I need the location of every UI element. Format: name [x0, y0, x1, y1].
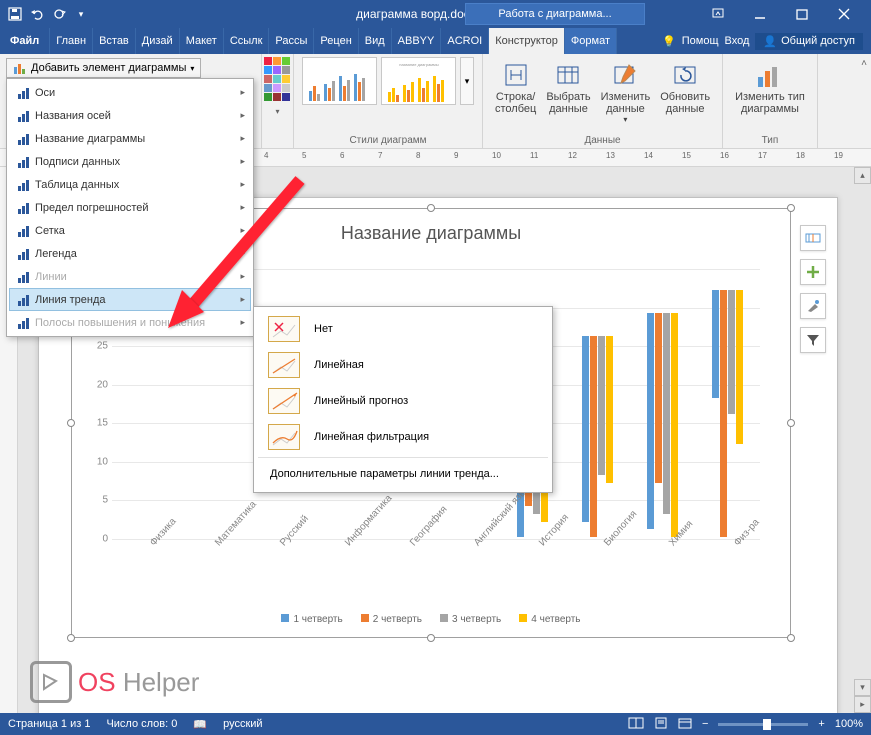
web-layout-icon[interactable] [678, 717, 692, 732]
ribbon-group-colors: ▾ [262, 54, 294, 148]
edit-data-button[interactable]: Изменить данные▾ [597, 57, 655, 126]
print-layout-icon[interactable] [654, 717, 668, 732]
login-link[interactable]: Вход [725, 35, 750, 47]
spellcheck-icon[interactable]: 📖 [193, 718, 207, 731]
close-button[interactable] [823, 0, 865, 28]
refresh-data-button[interactable]: Обновить данные [656, 57, 714, 126]
redo-icon[interactable] [50, 5, 68, 23]
chart-styles-more[interactable]: ▾ [460, 57, 474, 105]
collapse-ribbon-icon[interactable]: ˄ [861, 58, 867, 69]
menu-item-3[interactable]: Подписи данных▸ [9, 150, 251, 173]
person-icon: 👤 [763, 35, 777, 48]
menu-item-9[interactable]: Линия тренда▸ [9, 288, 251, 311]
change-chart-type-button[interactable]: Изменить тип диаграммы [731, 57, 809, 117]
tab-chart-format[interactable]: Формат [565, 28, 617, 54]
tab-mailings[interactable]: Рассы [269, 28, 314, 54]
tab-references[interactable]: Ссылк [224, 28, 270, 54]
chart-styles-icon[interactable] [800, 293, 826, 319]
chart-legend[interactable]: 1 четверть2 четверть3 четверть4 четверть [72, 614, 790, 625]
group-label-styles: Стили диаграмм [349, 135, 426, 148]
zoom-level[interactable]: 100% [835, 718, 863, 730]
maximize-button[interactable] [781, 0, 823, 28]
quick-access-toolbar: ▾ [6, 5, 90, 23]
menu-item-7[interactable]: Легенда▸ [9, 242, 251, 265]
menu-item-4[interactable]: Таблица данных▸ [9, 173, 251, 196]
trendline-none[interactable]: Нет [258, 311, 548, 347]
minimize-button[interactable] [739, 0, 781, 28]
contextual-tab-title: Работа с диаграмма... [465, 3, 645, 25]
ribbon-collapse-icon[interactable] [697, 0, 739, 28]
trendline-linear[interactable]: Линейная [258, 347, 548, 383]
scroll-down[interactable]: ▾ [854, 679, 871, 696]
statusbar: Страница 1 из 1 Число слов: 0 📖 русский … [0, 713, 871, 735]
chart-layout-icon[interactable] [800, 225, 826, 251]
save-icon[interactable] [6, 5, 24, 23]
group-label-type: Тип [762, 135, 779, 148]
change-colors-button[interactable] [264, 57, 292, 105]
trendline-submenu: Нет Линейная Линейный прогноз Линейная ф… [253, 306, 553, 493]
qat-more-icon[interactable]: ▾ [72, 5, 90, 23]
trendline-more-options[interactable]: Дополнительные параметры линии тренда... [258, 460, 548, 488]
trendline-forecast[interactable]: Линейный прогноз [258, 383, 548, 419]
chart-elements-icon[interactable] [800, 259, 826, 285]
chart-style-1[interactable] [302, 57, 377, 105]
word-count[interactable]: Число слов: 0 [106, 718, 177, 730]
read-mode-icon[interactable] [628, 717, 644, 732]
tab-layout[interactable]: Макет [180, 28, 224, 54]
ribbon-tabs: Файл Главн Встав Дизай Макет Ссылк Рассы… [0, 28, 871, 54]
chart-filter-icon[interactable] [800, 327, 826, 353]
chart-style-2[interactable]: название диаграммы [381, 57, 456, 105]
submenu-label: Линейная [314, 359, 364, 371]
add-chart-element-button[interactable]: Добавить элемент диаграммы ▾ [6, 58, 201, 78]
tab-view[interactable]: Вид [359, 28, 392, 54]
language-indicator[interactable]: русский [223, 718, 262, 730]
group-label-data: Данные [584, 135, 620, 148]
ribbon-group-data: Строка/ столбец Выбрать данные Изменить … [483, 54, 723, 148]
tab-chart-design[interactable]: Конструктор [489, 28, 565, 54]
menu-item-1[interactable]: Названия осей▸ [9, 104, 251, 127]
submenu-label: Линейная фильтрация [314, 431, 429, 443]
add-chart-element-label: Добавить элемент диаграммы [31, 62, 186, 74]
menu-item-10: Полосы повышения и понижения▸ [9, 311, 251, 334]
zoom-slider[interactable] [718, 723, 808, 726]
titlebar: ▾ диаграмма ворд.docx - Word Работа с ди… [0, 0, 871, 28]
tab-acrobat[interactable]: ACROI [441, 28, 489, 54]
tab-file[interactable]: Файл [0, 28, 50, 54]
share-label: Общий доступ [781, 35, 855, 47]
submenu-label: Нет [314, 323, 333, 335]
tab-abbyy[interactable]: ABBYY [392, 28, 442, 54]
ribbon-group-type: Изменить тип диаграммы Тип [723, 54, 818, 148]
share-button[interactable]: 👤 Общий доступ [755, 33, 863, 50]
lightbulb-icon: 💡 [662, 35, 676, 48]
add-chart-element-menu: Оси▸Названия осей▸Название диаграммы▸Под… [6, 78, 254, 337]
zoom-out-icon[interactable]: − [702, 718, 708, 730]
menu-item-2[interactable]: Название диаграммы▸ [9, 127, 251, 150]
ribbon-group-chart-styles: название диаграммы ▾ Стили диаграмм [294, 54, 483, 148]
scroll-right[interactable]: ▸ [854, 696, 871, 713]
svg-text:название диаграммы: название диаграммы [399, 62, 439, 67]
menu-item-6[interactable]: Сетка▸ [9, 219, 251, 242]
undo-icon[interactable] [28, 5, 46, 23]
menu-item-8: Линии▸ [9, 265, 251, 288]
switch-row-column-button[interactable]: Строка/ столбец [491, 57, 540, 126]
tell-me[interactable]: Помощ [682, 35, 719, 47]
trendline-moving-avg[interactable]: Линейная фильтрация [258, 419, 548, 455]
menu-item-5[interactable]: Предел погрешностей▸ [9, 196, 251, 219]
watermark-logo: OS Helper [30, 661, 199, 703]
submenu-label: Линейный прогноз [314, 395, 408, 407]
page-indicator[interactable]: Страница 1 из 1 [8, 718, 90, 730]
tab-review[interactable]: Рецен [314, 28, 358, 54]
zoom-in-icon[interactable]: + [818, 718, 824, 730]
menu-item-0[interactable]: Оси▸ [9, 81, 251, 104]
tab-insert[interactable]: Встав [93, 28, 136, 54]
tab-home[interactable]: Главн [50, 28, 93, 54]
scroll-up[interactable]: ▴ [854, 167, 871, 184]
tab-design[interactable]: Дизай [136, 28, 180, 54]
select-data-button[interactable]: Выбрать данные [542, 57, 594, 126]
